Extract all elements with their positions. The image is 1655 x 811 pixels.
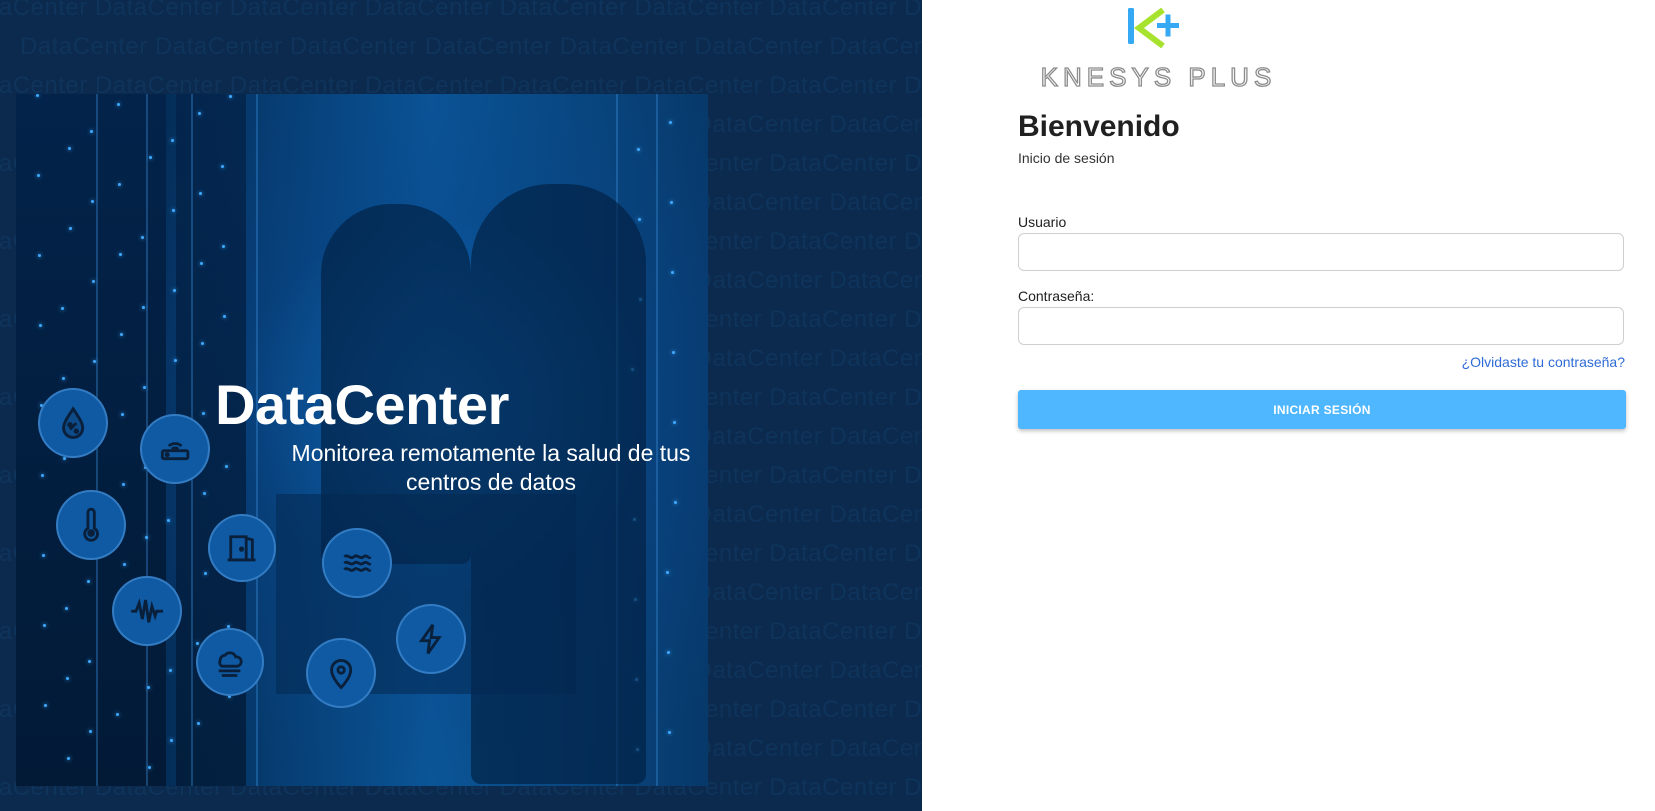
username-label: Usuario [1018,214,1067,230]
rack-led [116,713,119,716]
rack-led [671,271,674,274]
rack-led [63,457,66,460]
username-input[interactable] [1018,233,1624,271]
rack-led [170,739,173,742]
rack-led [167,519,170,522]
rack-led [88,660,91,663]
thermometer-icon [56,490,126,560]
rack-led [61,307,64,310]
rack-led [225,465,228,468]
rack-led [38,254,41,257]
rack-led [39,324,42,327]
rack-led [199,192,202,195]
rack-led [89,730,92,733]
rack-led [174,359,177,362]
watermark-row: DataCenter DataCenter DataCenter DataCen… [0,0,922,21]
smoke-icon [196,628,264,696]
rack-led [122,483,125,486]
rack-led [69,227,72,230]
rack-led [87,580,90,583]
rack-led [119,253,122,256]
rack-led [674,501,677,504]
rack-led [37,174,40,177]
rack-led [145,536,148,539]
rack-led [672,351,675,354]
hero-subtitle: Monitorea remotamente la salud de tus ce… [291,440,691,495]
rack-led [68,147,71,150]
vibration-icon [112,576,182,646]
rack-led [43,624,46,627]
watermark-row: DataCenter DataCenter DataCenter DataCen… [20,33,922,60]
rack-led [147,686,150,689]
rack-led [196,642,199,645]
rack-led [198,112,201,115]
rack-led [200,262,203,265]
rack-led [44,704,47,707]
rack-led [222,245,225,248]
power-icon [396,604,466,674]
k-plus-logo-mark [1128,7,1179,49]
location-icon [306,638,376,708]
rack-led [669,121,672,124]
rack-led [670,201,673,204]
rack-led [666,571,669,574]
humidity-icon [38,388,108,458]
router-icon [140,414,210,484]
rack-led [36,94,39,97]
password-input[interactable] [1018,307,1624,345]
login-button[interactable]: INICIAR SESIÓN [1018,390,1626,429]
water-leak-icon [322,528,392,598]
rack-led [667,651,670,654]
rack-led [118,183,121,186]
rack-led [221,165,224,168]
password-label: Contraseña: [1018,288,1095,304]
rack-led [93,360,96,363]
rack-led [117,103,120,106]
rack-led [67,757,70,760]
rack-led [223,315,226,318]
rack-led [120,333,123,336]
door-icon [208,514,276,582]
page-subtitle: Inicio de sesión [1018,150,1115,166]
rack-led [148,766,151,769]
rack-led [169,669,172,672]
page-title: Bienvenido [1018,110,1180,143]
rack-led [197,722,200,725]
hero-image: DataCenter Monitorea remotamente la salu… [16,94,708,786]
knesys-plus-logo: KNESYS PLUS [1017,6,1307,93]
rack-led [171,139,174,142]
marketing-panel: DataCenter DataCenter DataCenter DataCen… [0,0,922,811]
rack-led [229,95,232,98]
rack-led [172,209,175,212]
rack-led [638,218,641,221]
rack-led [41,474,44,477]
rack-led [92,280,95,283]
forgot-password-link[interactable]: ¿Olvidaste tu contraseña? [1462,354,1625,370]
rack-led [201,342,204,345]
rack-led [123,563,126,566]
rack-led [637,148,640,151]
rack-led [142,306,145,309]
rack-led [149,156,152,159]
rack-led [668,731,671,734]
rack-led [204,572,207,575]
rack-led [66,677,69,680]
rack-led [173,289,176,292]
rack-led [90,130,93,133]
rack-led [141,236,144,239]
logo-wordmark: KNESYS PLUS [1040,61,1277,92]
login-panel: KNESYS PLUS Bienvenido Inicio de sesión … [922,0,1655,811]
hero-title: DataCenter [215,373,509,436]
rack-led [91,200,94,203]
rack-led [203,492,206,495]
rack-led [42,554,45,557]
rack-led [65,607,68,610]
